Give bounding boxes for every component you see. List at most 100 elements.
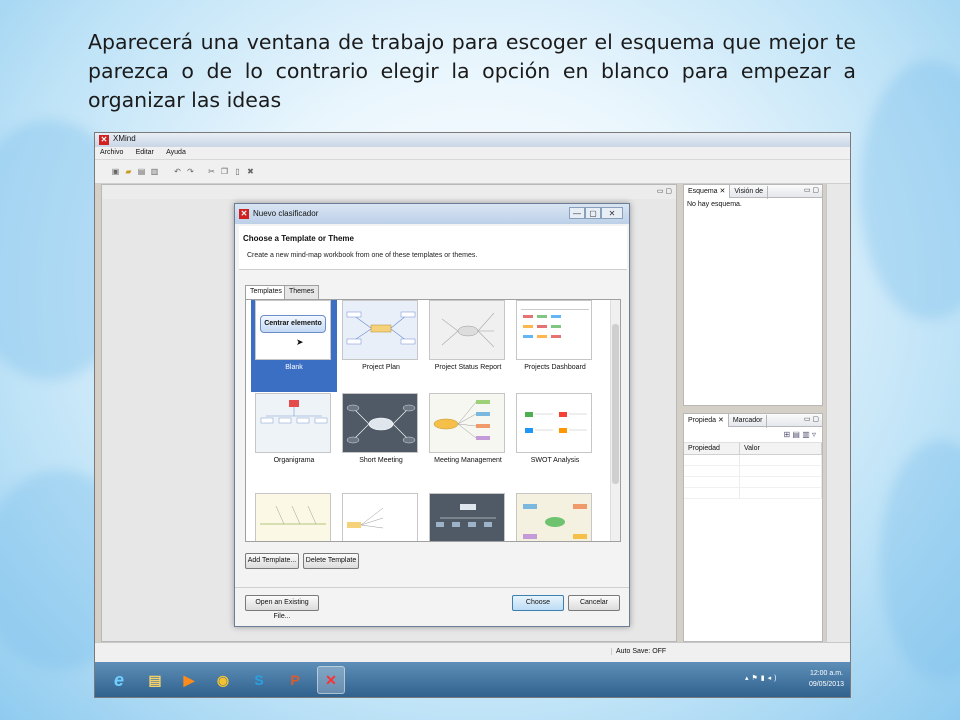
windows-taskbar: e ▤ ▶ ◉ S P ✕ ▴⚑▮◂) 12:00 a.m. 09/05/201… <box>95 662 850 697</box>
autosave-status: Auto Save: OFF <box>611 648 666 655</box>
maximize-icon[interactable]: ▢ <box>585 207 601 219</box>
dialog-title: Nuevo clasificador <box>253 209 319 218</box>
ie-icon[interactable]: e <box>105 666 133 694</box>
props-tool-icons[interactable]: ⊞ ▤ ▥ ▿ <box>783 430 816 439</box>
template-label: Project Plan <box>362 364 400 371</box>
template-row3-4[interactable] <box>512 493 598 541</box>
dialog-header: Choose a Template or Theme Create a new … <box>239 226 627 270</box>
blank-thumbnail: Centrar elemento ➤ <box>255 300 331 360</box>
template-label: Meeting Management <box>434 457 502 464</box>
powerpoint-icon[interactable]: P <box>281 666 309 694</box>
template-gallery: Centrar elemento ➤ Blank Project Plan Pr… <box>245 299 621 542</box>
template-label: Organigrama <box>273 457 315 464</box>
skype-icon[interactable]: S <box>245 666 273 694</box>
outline-empty-text: No hay esquema. <box>687 201 742 208</box>
tab-vision[interactable]: Visión de <box>730 186 769 199</box>
new-workbook-dialog: ✕ Nuevo clasificador — ▢ ✕ Choose a Temp… <box>234 203 630 627</box>
organigrama-preview <box>260 400 328 424</box>
copy-icon[interactable]: ❐ <box>220 167 229 176</box>
menu-archivo[interactable]: Archivo <box>95 148 128 157</box>
redo-icon[interactable]: ↷ <box>186 167 195 176</box>
choose-button[interactable]: Choose <box>512 595 564 611</box>
tab-propiedades[interactable]: Propieda ✕ <box>684 414 729 427</box>
explorer-icon[interactable]: ▤ <box>141 666 169 694</box>
short-meeting-preview <box>346 404 416 444</box>
template-row3-1[interactable] <box>251 493 337 541</box>
system-tray-icons[interactable]: ▴⚑▮◂) <box>745 674 780 682</box>
outline-pane-controls[interactable]: ▭ ▢ <box>804 186 819 194</box>
template-projects-dashboard[interactable]: Projects Dashboard <box>512 300 598 392</box>
template-label: Projects Dashboard <box>524 364 586 371</box>
undo-icon[interactable]: ↶ <box>173 167 182 176</box>
template-project-status[interactable]: Project Status Report <box>425 300 511 392</box>
outline-pane: Esquema ✕ Visión de ▭ ▢ No hay esquema. <box>683 184 823 406</box>
swot-thumbnail <box>516 393 592 453</box>
props-header: Propiedad Valor <box>684 443 822 455</box>
window-title: XMind <box>113 134 136 143</box>
template-row3-2[interactable] <box>338 493 424 541</box>
delete-icon[interactable]: ✖ <box>246 167 255 176</box>
media-player-icon[interactable]: ▶ <box>175 666 203 694</box>
org-dark-thumbnail <box>429 493 505 541</box>
props-col-propiedad: Propiedad <box>684 443 740 454</box>
template-short-meeting[interactable]: Short Meeting <box>338 393 424 485</box>
props-col-valor: Valor <box>740 443 822 454</box>
template-label: SWOT Analysis <box>530 457 580 464</box>
editor-window-controls[interactable]: ▭ ▢ <box>657 187 672 195</box>
map-thumbnail <box>516 493 592 541</box>
tab-themes[interactable]: Themes <box>284 285 320 299</box>
template-project-plan[interactable]: Project Plan <box>338 300 424 392</box>
template-organigrama[interactable]: Organigrama <box>251 393 337 485</box>
taskbar-clock[interactable]: 12:00 a.m. 09/05/2013 <box>809 668 844 690</box>
template-row3-3[interactable] <box>425 493 511 541</box>
template-swot[interactable]: SWOT Analysis <box>512 393 598 485</box>
cancel-button[interactable]: Cancelar <box>568 595 620 611</box>
props-pane-controls[interactable]: ▭ ▢ <box>804 415 819 423</box>
window-titlebar: ✕ XMind <box>95 133 850 147</box>
projects-dashboard-thumbnail <box>516 300 592 360</box>
xmind-screenshot: ✕ XMind Archivo Editar Ayuda ▣ ▰ ▤ ▥ ↶ ↷… <box>94 132 851 698</box>
add-template-button[interactable]: Add Template... <box>245 553 299 569</box>
save-icon[interactable]: ▤ <box>137 167 146 176</box>
xmind-taskbar-icon[interactable]: ✕ <box>317 666 345 694</box>
short-meeting-thumbnail <box>342 393 418 453</box>
menu-bar: Archivo Editar Ayuda <box>95 147 850 160</box>
template-label: Short Meeting <box>359 457 403 464</box>
close-icon[interactable]: ✕ <box>601 207 623 219</box>
project-plan-thumbnail <box>342 300 418 360</box>
org-dark-preview <box>436 504 496 527</box>
template-meeting-management[interactable]: Meeting Management <box>425 393 511 485</box>
properties-pane: Propieda ✕ Marcador ▭ ▢ ⊞ ▤ ▥ ▿ Propiedad… <box>683 413 823 642</box>
status-bar: Auto Save: OFF <box>95 642 850 662</box>
fishbone-thumbnail <box>255 493 331 541</box>
gallery-scrollbar[interactable] <box>610 300 620 541</box>
template-blank[interactable]: Centrar elemento ➤ Blank <box>251 300 337 392</box>
tab-esquema[interactable]: Esquema ✕ <box>684 185 731 198</box>
template-label: Project Status Report <box>434 364 502 371</box>
meeting-management-preview <box>433 400 490 440</box>
open-folder-icon[interactable]: ▰ <box>124 167 133 176</box>
meeting-management-thumbnail <box>429 393 505 453</box>
chrome-icon[interactable]: ◉ <box>209 666 237 694</box>
main-toolbar: ▣ ▰ ▤ ▥ ↶ ↷ ✂ ❐ ▯ ✖ <box>95 160 850 184</box>
tab-templates[interactable]: Templates <box>245 285 287 300</box>
open-existing-file-button[interactable]: Open an Existing File... <box>245 595 319 620</box>
minimize-icon[interactable]: — <box>569 207 585 219</box>
delete-template-button[interactable]: Delete Template <box>303 553 359 569</box>
menu-ayuda[interactable]: Ayuda <box>161 148 191 157</box>
save-all-icon[interactable]: ▥ <box>150 167 159 176</box>
projects-dashboard-preview <box>521 309 589 338</box>
swot-preview <box>525 412 587 433</box>
scrollbar-thumb[interactable] <box>612 324 619 484</box>
paste-icon[interactable]: ▯ <box>233 167 242 176</box>
cut-icon[interactable]: ✂ <box>207 167 216 176</box>
menu-editar[interactable]: Editar <box>131 148 159 157</box>
project-status-preview <box>441 312 495 348</box>
project-plan-preview <box>346 311 416 345</box>
map-preview <box>523 504 587 539</box>
centrar-elemento-button: Centrar elemento <box>260 315 326 333</box>
tree-preview <box>347 507 384 529</box>
tree-thumbnail <box>342 493 418 541</box>
template-label: Blank <box>285 364 303 371</box>
new-file-icon[interactable]: ▣ <box>111 167 120 176</box>
